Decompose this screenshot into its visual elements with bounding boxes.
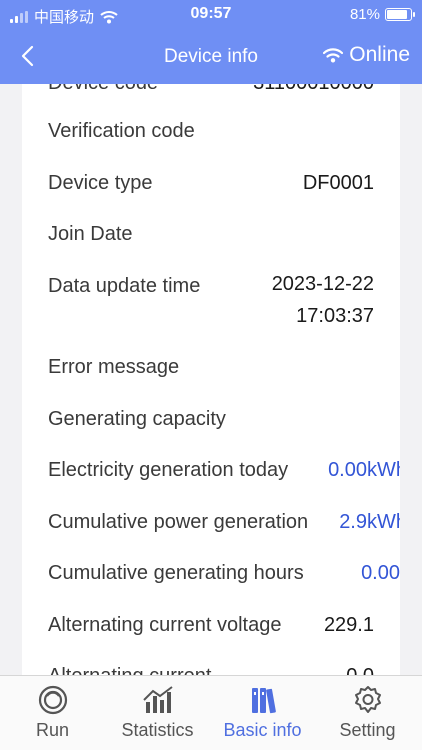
- run-circle-icon: [0, 684, 105, 716]
- tab-label: Setting: [339, 720, 396, 740]
- row-value: 229.1: [323, 614, 374, 636]
- battery-icon: [385, 8, 415, 21]
- tab-setting[interactable]: Setting: [315, 684, 420, 741]
- gear-icon: [315, 684, 420, 716]
- tab-label: Basic info: [223, 720, 302, 740]
- row-label: Generating capacity: [48, 408, 226, 430]
- row-label: Verification code: [48, 120, 195, 142]
- row-label: Alternating current voltage: [48, 614, 282, 636]
- navbar: Device info Online: [0, 38, 422, 74]
- row-label: Data update time: [48, 275, 201, 297]
- row-value: 0.00: [361, 562, 400, 584]
- row-value: 0.00kWh: [328, 459, 400, 481]
- status-bar: 中国移动 09:57 81%: [0, 0, 422, 30]
- tab-label: Run: [35, 720, 70, 740]
- connection-label: Online: [349, 43, 410, 66]
- update-date: 2023-12-22: [271, 273, 374, 295]
- tab-basic-info[interactable]: Basic info: [210, 684, 315, 741]
- tab-bar: Run Statistics Basic info Setting: [0, 675, 422, 750]
- row-value: 2.9kWh: [339, 511, 400, 533]
- device-info-screen: 中国移动 09:57 81% Device info Online Verifi…: [0, 0, 422, 750]
- status-right: 81%: [349, 6, 415, 23]
- header: 中国移动 09:57 81% Device info Online: [0, 0, 422, 84]
- update-time: 17:03:37: [296, 305, 374, 327]
- wifi-online-icon: [323, 48, 344, 63]
- row-label: Cumulative generating hours: [48, 562, 304, 584]
- row-label: Join Date: [48, 223, 133, 245]
- tab-statistics[interactable]: Statistics: [105, 684, 210, 741]
- row-label: Device type: [48, 172, 153, 194]
- device-info-card[interactable]: Device code 31100010000 Verification cod…: [22, 70, 400, 710]
- row-value: 2023-12-22 17:03:37: [272, 268, 374, 332]
- row-label: Cumulative power generation: [48, 511, 309, 533]
- bar-chart-icon: [105, 684, 210, 716]
- books-icon: [210, 684, 315, 716]
- connection-status: Online: [323, 43, 410, 67]
- row-label: Electricity generation today: [48, 459, 289, 481]
- tab-run[interactable]: Run: [0, 684, 105, 741]
- battery-percent: 81%: [349, 6, 380, 23]
- row-label: Error message: [48, 356, 180, 378]
- tab-label: Statistics: [121, 720, 194, 740]
- row-value: DF0001: [302, 172, 374, 194]
